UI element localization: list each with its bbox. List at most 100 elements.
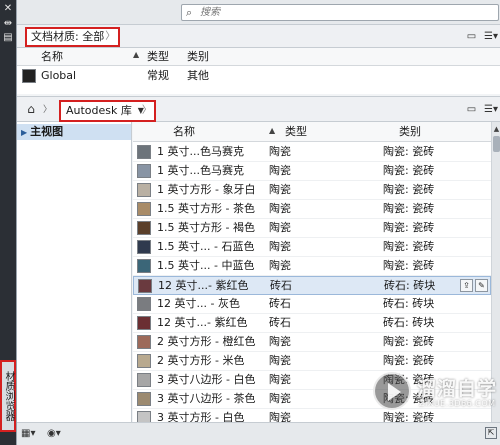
scroll-thumb[interactable] <box>493 136 500 152</box>
search-input[interactable] <box>200 6 490 19</box>
table-row[interactable]: 2 英寸方形 - 橙红色 陶瓷 陶瓷: 瓷砖 <box>133 333 491 352</box>
material-name: 12 英寸...- 紫红色 <box>158 279 249 292</box>
material-swatch-icon <box>22 69 36 83</box>
pin-icon[interactable]: ⇹ <box>2 18 14 30</box>
search-row: ⌕ <box>17 0 500 24</box>
material-swatch-icon <box>137 164 151 178</box>
library-tree: ▶ 主视图 <box>17 122 132 422</box>
material-swatch-icon <box>137 297 151 311</box>
material-browser: ⌕ 文档材质: 全部 〉 ▭ ☰▾ 名称 ▲ 类型 类别 Global 常规 其… <box>16 0 500 445</box>
material-editor-icon[interactable]: ⇱ <box>485 427 497 439</box>
material-swatch-icon <box>138 279 152 293</box>
doc-materials-table: 名称 ▲ 类型 类别 Global 常规 其他 <box>17 48 500 94</box>
material-category: 其他 <box>187 69 209 82</box>
library-header: ⌂ 〉 Autodesk 库 ▼ 〉 ▭ ☰▾ <box>17 96 500 122</box>
material-type: 陶瓷 <box>269 335 291 348</box>
col-category[interactable]: 类别 <box>187 50 209 64</box>
material-name: 1.5 英寸方形 - 茶色 <box>157 202 255 215</box>
material-name: 1 英寸...色马赛克 <box>157 164 244 177</box>
material-name: Global <box>41 69 77 82</box>
library-manage-icon[interactable]: ▦▾ <box>21 427 35 441</box>
panel-toggle-icon[interactable]: ▭ <box>465 30 478 43</box>
col-name[interactable]: 名称 <box>41 50 63 64</box>
doc-materials-filter-label: 文档材质: 全部 <box>31 30 105 43</box>
material-category: 陶瓷: 瓷砖 <box>383 164 435 177</box>
material-name: 12 英寸...- 紫红色 <box>157 316 248 329</box>
material-swatch-icon <box>137 411 151 422</box>
table-row[interactable]: 12 英寸... - 灰色 砖石 砖石: 砖块 <box>133 295 491 314</box>
table-row[interactable]: 12 英寸...- 紫红色 砖石 砖石: 砖块 ⇪ ✎ <box>133 276 491 295</box>
palette-strip: ✕ ⇹ ▤ 材质浏览器 <box>0 0 16 445</box>
table-row[interactable]: 1 英寸...色马赛克 陶瓷 陶瓷: 瓷砖 <box>133 143 491 162</box>
table-row[interactable]: 2 英寸方形 - 米色 陶瓷 陶瓷: 瓷砖 <box>133 352 491 371</box>
library-breadcrumb[interactable]: Autodesk 库 ▼ 〉 <box>59 100 156 122</box>
material-category: 陶瓷: 瓷砖 <box>383 202 435 215</box>
home-icon[interactable]: ⌂ <box>23 102 39 116</box>
material-category: 陶瓷: 瓷砖 <box>383 183 435 196</box>
expand-triangle-icon[interactable]: ▶ <box>21 128 27 137</box>
material-name: 12 英寸... - 灰色 <box>157 297 240 310</box>
material-swatch-icon <box>137 316 151 330</box>
material-type: 陶瓷 <box>269 392 291 405</box>
material-category: 砖石: 砖块 <box>383 316 435 329</box>
add-to-document-icon[interactable]: ⇪ <box>460 279 473 292</box>
table-row[interactable]: 1.5 英寸方形 - 褐色 陶瓷 陶瓷: 瓷砖 <box>133 219 491 238</box>
col-type[interactable]: 类型 <box>147 50 169 64</box>
material-name: 1 英寸方形 - 象牙白 <box>157 183 256 196</box>
material-swatch-icon <box>137 392 151 406</box>
material-type: 陶瓷 <box>269 354 291 367</box>
material-type: 陶瓷 <box>269 240 291 253</box>
material-type: 陶瓷 <box>269 202 291 215</box>
create-material-icon[interactable]: ◉▾ <box>47 427 61 441</box>
material-type: 陶瓷 <box>269 164 291 177</box>
material-type: 陶瓷 <box>269 373 291 386</box>
doc-materials-breadcrumb[interactable]: 文档材质: 全部 〉 <box>25 27 121 47</box>
material-type: 砖石 <box>269 297 291 310</box>
tree-item-home[interactable]: ▶ 主视图 <box>17 124 131 140</box>
material-type: 陶瓷 <box>269 259 291 272</box>
material-type: 砖石 <box>269 316 291 329</box>
material-swatch-icon <box>137 240 151 254</box>
table-row[interactable]: Global 常规 其他 <box>17 67 500 87</box>
sort-asc-icon: ▲ <box>133 50 140 59</box>
material-name: 2 英寸方形 - 橙红色 <box>157 335 256 348</box>
table-row[interactable]: 12 英寸...- 紫红色 砖石 砖石: 砖块 <box>133 314 491 333</box>
table-row[interactable]: 1 英寸方形 - 象牙白 陶瓷 陶瓷: 瓷砖 <box>133 181 491 200</box>
col-type[interactable]: 类型 <box>285 125 307 139</box>
table-row[interactable]: 1.5 英寸... - 中蓝色 陶瓷 陶瓷: 瓷砖 <box>133 257 491 276</box>
material-name: 1 英寸...色马赛克 <box>157 145 244 158</box>
chevron-right-icon: 〉 <box>43 105 53 115</box>
edit-material-icon[interactable]: ✎ <box>475 279 488 292</box>
chevron-right-icon: 〉 <box>141 105 152 116</box>
material-type: 陶瓷 <box>269 411 291 422</box>
list-view-icon[interactable]: ☰▾ <box>484 30 498 43</box>
col-name[interactable]: 名称 <box>173 125 195 139</box>
material-swatch-icon <box>137 335 151 349</box>
scroll-up-icon[interactable]: ▲ <box>492 124 500 134</box>
doc-materials-header: 文档材质: 全部 〉 ▭ ☰▾ <box>17 24 500 48</box>
search-box[interactable]: ⌕ <box>181 4 499 21</box>
table-row[interactable]: 1.5 英寸方形 - 茶色 陶瓷 陶瓷: 瓷砖 <box>133 200 491 219</box>
bottom-toolbar: ▦▾ ◉▾ ⇱ <box>17 422 500 445</box>
material-name: 3 英寸方形 - 白色 <box>157 411 245 422</box>
material-name: 3 英寸八边形 - 茶色 <box>157 392 256 405</box>
table-row[interactable]: 1.5 英寸... - 石蓝色 陶瓷 陶瓷: 瓷砖 <box>133 238 491 257</box>
tree-item-label: 主视图 <box>30 125 64 138</box>
panel-toggle-icon[interactable]: ▭ <box>465 103 478 116</box>
col-category[interactable]: 类别 <box>399 125 421 139</box>
search-icon: ⌕ <box>186 6 193 19</box>
material-category: 陶瓷: 瓷砖 <box>383 145 435 158</box>
material-type: 陶瓷 <box>269 221 291 234</box>
material-category: 陶瓷: 瓷砖 <box>383 259 435 272</box>
table-row[interactable]: 1 英寸...色马赛克 陶瓷 陶瓷: 瓷砖 <box>133 162 491 181</box>
material-category: 陶瓷: 瓷砖 <box>383 354 435 367</box>
material-swatch-icon <box>137 354 151 368</box>
library-name: Autodesk 库 <box>66 104 132 117</box>
list-view-icon[interactable]: ☰▾ <box>484 103 498 116</box>
chevron-right-icon: 〉 <box>105 31 116 42</box>
properties-icon[interactable]: ▤ <box>2 32 14 44</box>
material-type: 陶瓷 <box>269 145 291 158</box>
material-name: 1.5 英寸方形 - 褐色 <box>157 221 255 234</box>
close-icon[interactable]: ✕ <box>2 3 14 15</box>
material-name: 1.5 英寸... - 中蓝色 <box>157 259 255 272</box>
